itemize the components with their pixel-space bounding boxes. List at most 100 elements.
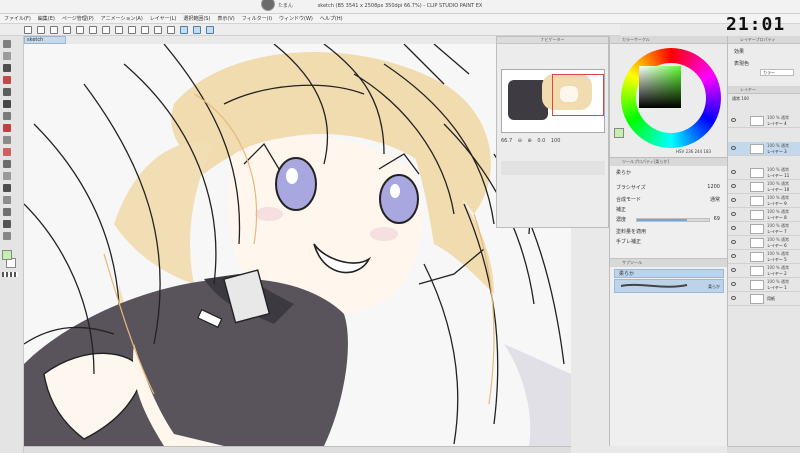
figure-tool-icon[interactable] <box>3 208 11 216</box>
save-icon[interactable] <box>50 25 58 34</box>
navigator-zoom-percent[interactable]: 100 <box>551 138 561 144</box>
blend-mode-value[interactable]: 通常 <box>710 196 720 203</box>
invert-selection-icon[interactable] <box>128 25 136 34</box>
menu-layer[interactable]: レイヤー(L) <box>150 15 177 22</box>
layer-row[interactable]: 100 % 通常 レイヤー 1 <box>728 278 800 292</box>
settings-icon[interactable] <box>167 25 175 34</box>
correct-line-tool-icon[interactable] <box>3 232 11 240</box>
sub-tool-item[interactable]: 柔らか <box>614 279 724 293</box>
redo-icon[interactable] <box>76 25 84 34</box>
menu-file[interactable]: ファイル(F) <box>4 15 31 22</box>
menu-animation[interactable]: アニメーション(A) <box>101 15 143 22</box>
paper-layer-row[interactable]: 用紙 <box>728 292 800 306</box>
move-tool-icon[interactable] <box>3 52 11 60</box>
navigator-title: ナビゲーター <box>497 37 608 44</box>
navigator-thumbnail[interactable] <box>501 69 605 133</box>
eye-icon[interactable] <box>731 254 736 258</box>
zoom-tool-icon[interactable] <box>3 40 11 48</box>
layer-row[interactable]: 100 % 通常 レイヤー 9 <box>728 194 800 208</box>
new-file-icon[interactable] <box>24 25 32 34</box>
pencil-tool-icon[interactable] <box>3 112 11 120</box>
eye-icon[interactable] <box>731 212 736 216</box>
layer-opacity[interactable]: 100 <box>741 96 749 101</box>
navigator-zoom-value[interactable]: 66.7 <box>501 138 512 144</box>
transparent-color-swatch[interactable] <box>2 272 18 277</box>
density-value[interactable]: 69 <box>714 216 720 222</box>
auto-select-tool-icon[interactable] <box>3 76 11 84</box>
text-tool-icon[interactable] <box>3 220 11 228</box>
fill-icon[interactable] <box>154 25 162 34</box>
menu-edit[interactable]: 編集(E) <box>38 15 55 22</box>
density-slider[interactable] <box>636 218 710 222</box>
drawing-canvas[interactable] <box>24 44 571 446</box>
snap-ruler-icon[interactable] <box>180 25 188 34</box>
gradient-tool-icon[interactable] <box>3 196 11 204</box>
menu-page[interactable]: ページ管理(P) <box>62 15 94 22</box>
eye-icon[interactable] <box>731 118 736 122</box>
select-tool-icon[interactable] <box>3 64 11 72</box>
saturation-value[interactable]: 244 <box>695 149 703 154</box>
zoom-out-icon[interactable]: ⊖ <box>518 138 522 144</box>
layer-row[interactable]: 100 % 通常 レイヤー 4 <box>728 114 800 128</box>
eye-icon[interactable] <box>731 268 736 272</box>
blend-tool-icon[interactable] <box>3 172 11 180</box>
clear-icon[interactable] <box>89 25 97 34</box>
fill-tool-icon[interactable] <box>3 184 11 192</box>
paint-amount-row[interactable]: 塗料量を適用 <box>616 228 724 235</box>
expression-color-label: 表現色 <box>734 61 750 67</box>
sub-tool-group[interactable]: 柔らか <box>614 269 724 278</box>
navigator-viewport-frame[interactable] <box>552 74 604 116</box>
expression-color-select[interactable]: カラー <box>760 69 794 76</box>
eye-icon[interactable] <box>731 282 736 286</box>
foreground-color-swatch[interactable] <box>2 250 12 260</box>
layer-row[interactable]: 100 % 通常 レイヤー 2 <box>728 264 800 278</box>
layer-row[interactable]: 100 % 通常 レイヤー 8 <box>728 208 800 222</box>
layer-row[interactable]: 100 % 通常 レイヤー 3 <box>728 142 800 156</box>
menu-view[interactable]: 表示(V) <box>217 15 234 22</box>
decoration-tool-icon[interactable] <box>3 148 11 156</box>
eye-icon[interactable] <box>731 198 736 202</box>
title-bar: たまん sketch (B5 3541 x 2508px 350dpi 66.7… <box>0 0 800 14</box>
blend-mode-row[interactable]: 合成モード 通常 <box>616 196 724 203</box>
transform-icon[interactable] <box>102 25 110 34</box>
current-color-swatch[interactable] <box>614 128 624 138</box>
menu-filter[interactable]: フィルター(I) <box>242 15 272 22</box>
menu-window[interactable]: ウィンドウ(W) <box>279 15 313 22</box>
stabilization-row[interactable]: 手ブレ補正 <box>616 238 724 245</box>
menu-help[interactable]: ヘルプ(H) <box>320 15 343 22</box>
menu-selection[interactable]: 選択範囲(S) <box>183 15 210 22</box>
document-tab[interactable]: sketch <box>24 36 66 44</box>
layer-row[interactable]: 100 % 通常 レイヤー 10 <box>728 180 800 194</box>
layer-blend-row[interactable]: 通常 100 <box>732 96 749 102</box>
zoom-in-icon[interactable]: ⊕ <box>528 138 532 144</box>
undo-icon[interactable] <box>63 25 71 34</box>
eye-icon[interactable] <box>731 184 736 188</box>
layer-row[interactable]: 100 % 通常 レイヤー 6 <box>728 236 800 250</box>
brush-size-row[interactable]: ブラシサイズ 1200 <box>616 184 724 191</box>
brightness-value[interactable]: 183 <box>703 149 711 154</box>
snap-grid-icon[interactable] <box>193 25 201 34</box>
saturation-value-box[interactable] <box>639 66 681 108</box>
layer-row[interactable]: 100 % 通常 レイヤー 11 <box>728 166 800 180</box>
airbrush-tool-icon[interactable] <box>3 136 11 144</box>
crop-icon[interactable] <box>141 25 149 34</box>
brush-tool-icon[interactable] <box>3 124 11 132</box>
eyedropper-tool-icon[interactable] <box>3 88 11 96</box>
eye-icon[interactable] <box>731 240 736 244</box>
eye-icon[interactable] <box>731 170 736 174</box>
layer-row[interactable]: 100 % 通常 レイヤー 5 <box>728 250 800 264</box>
eye-icon[interactable] <box>731 226 736 230</box>
open-file-icon[interactable] <box>37 25 45 34</box>
deselect-icon[interactable] <box>115 25 123 34</box>
pen-tool-icon[interactable] <box>3 100 11 108</box>
layer-row[interactable]: 100 % 通常 レイヤー 7 <box>728 222 800 236</box>
navigator-angle-value[interactable]: 0.0 <box>537 138 545 144</box>
blur-row[interactable]: 補正 <box>616 206 724 213</box>
snap-special-icon[interactable] <box>206 25 214 34</box>
hue-value[interactable]: 236 <box>686 149 694 154</box>
eye-icon[interactable] <box>731 146 736 150</box>
layer-blend-mode[interactable]: 通常 <box>732 96 740 101</box>
eraser-tool-icon[interactable] <box>3 160 11 168</box>
eye-icon[interactable] <box>731 296 736 300</box>
brush-size-value[interactable]: 1200 <box>707 184 720 190</box>
